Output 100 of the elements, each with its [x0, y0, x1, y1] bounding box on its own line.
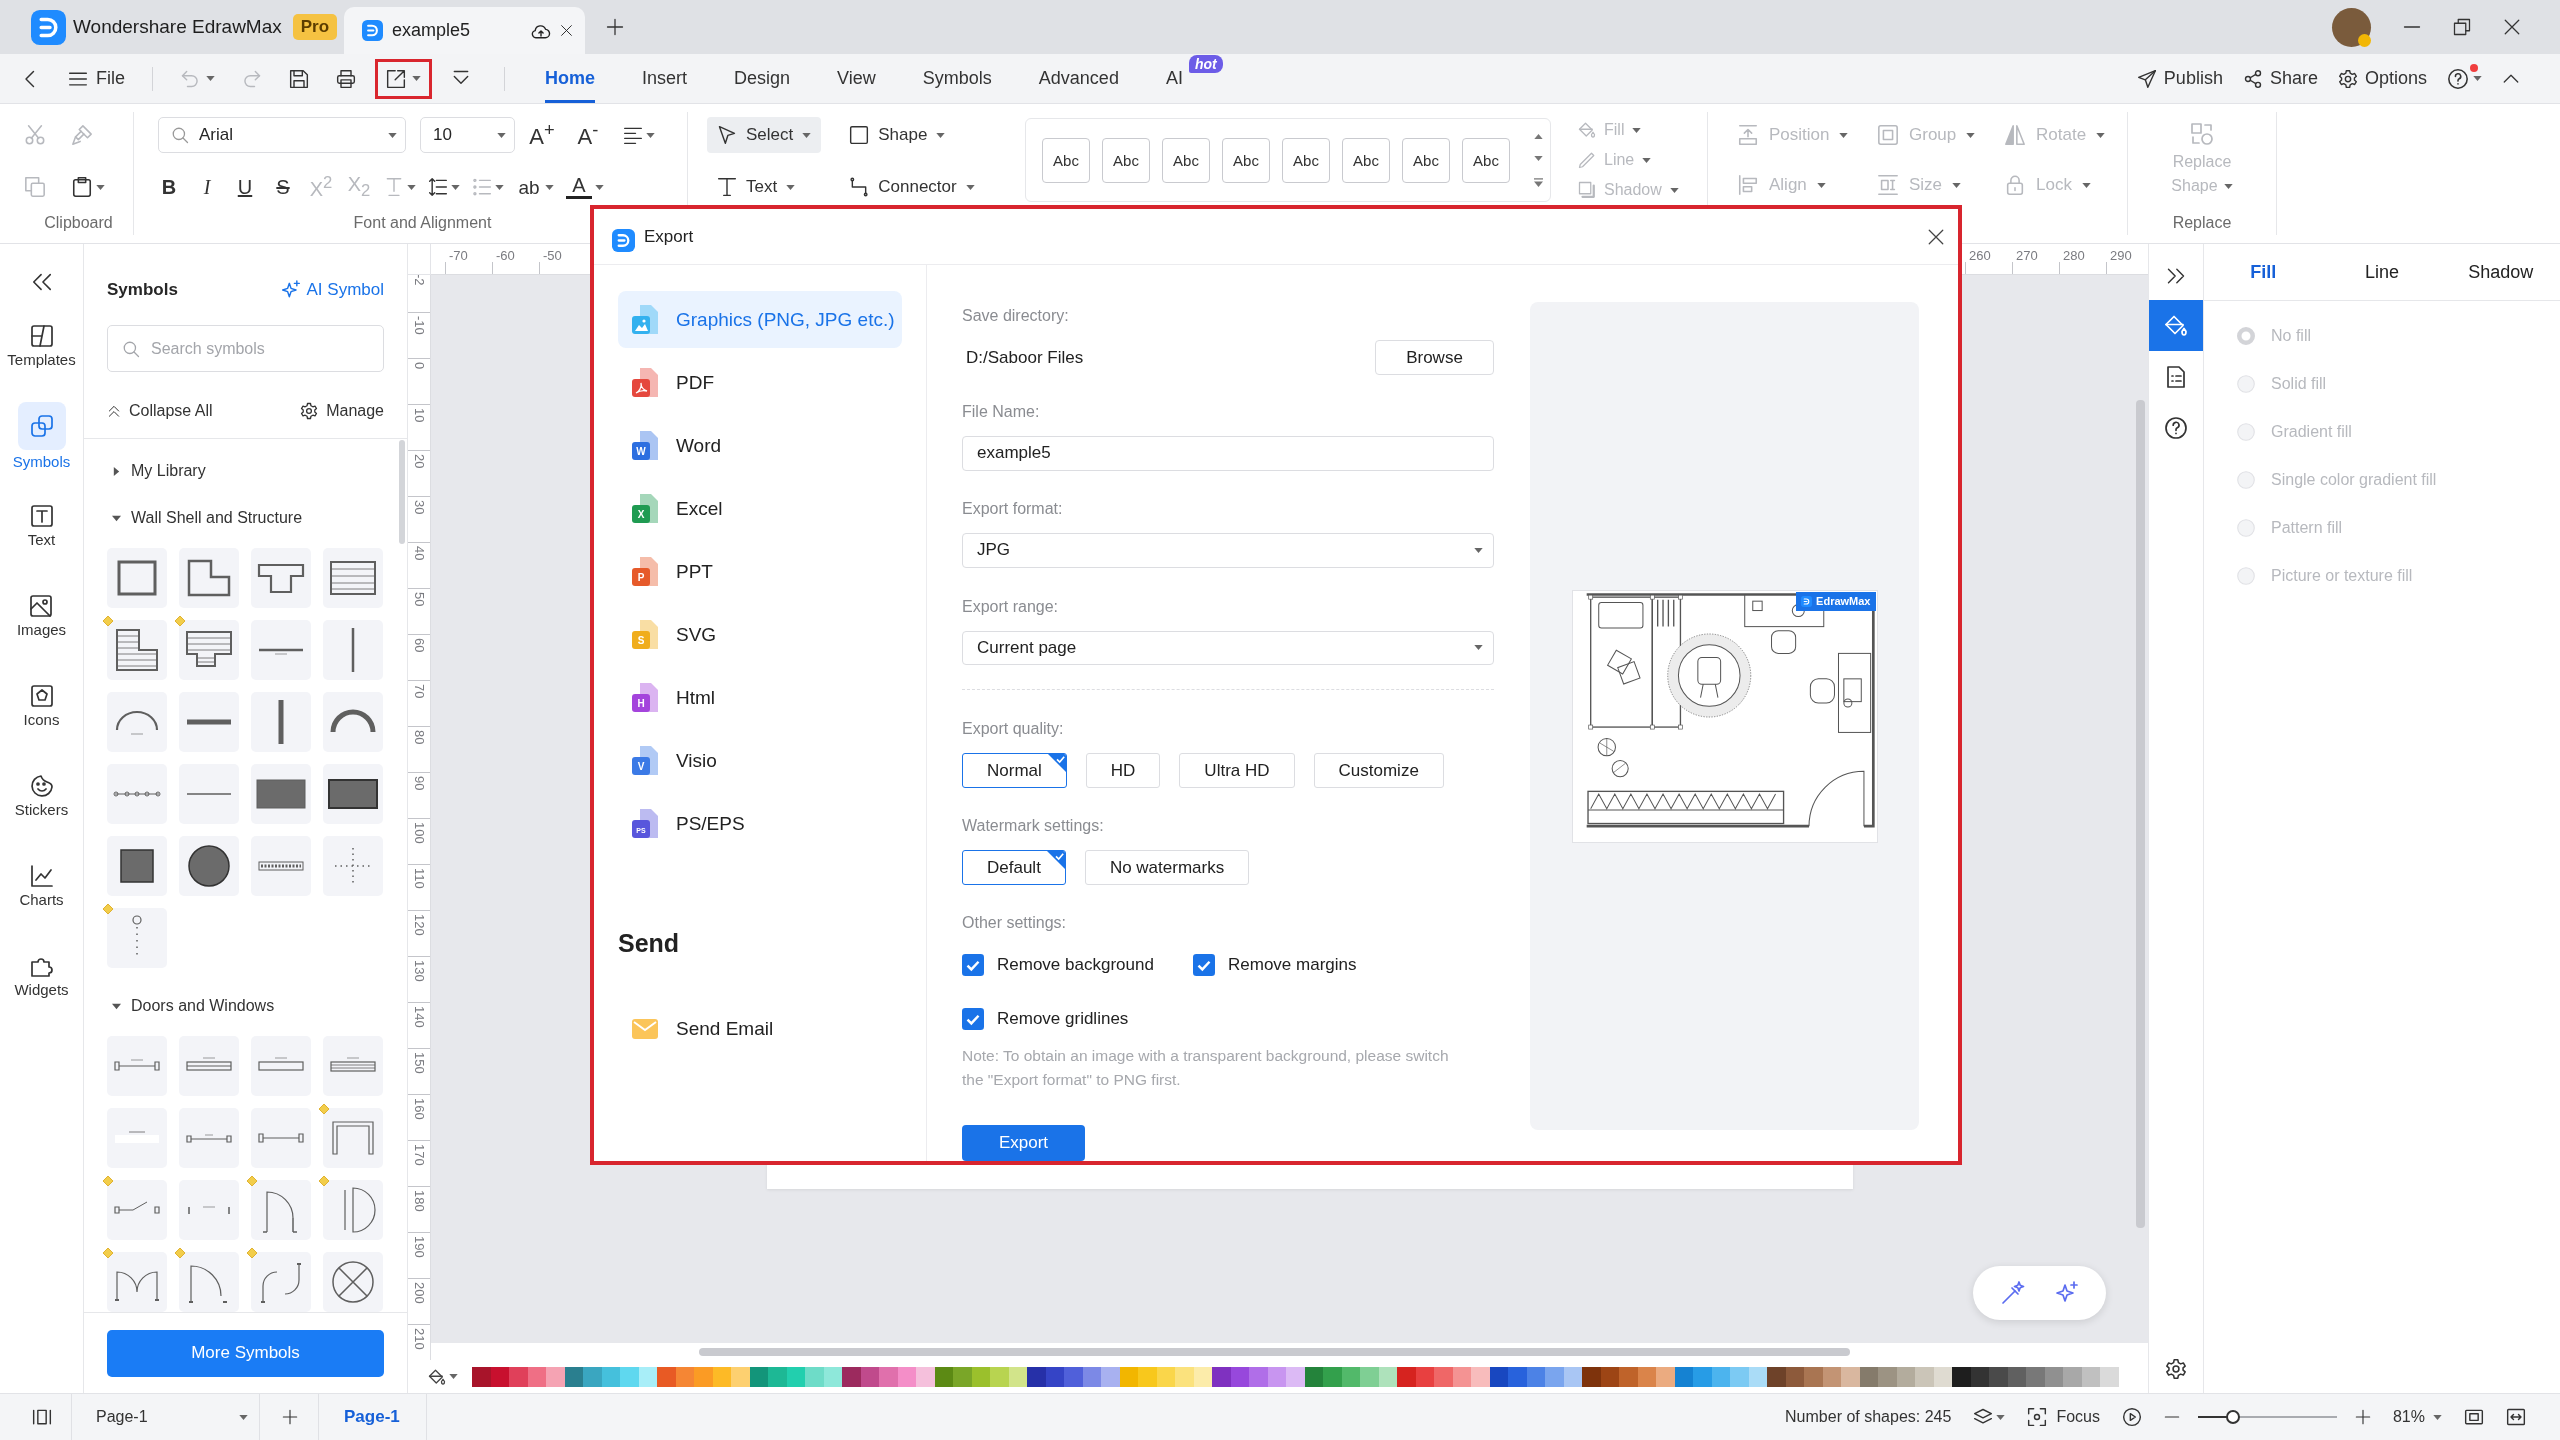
caret-icon[interactable]: [239, 1414, 248, 1420]
color-swatch-icon[interactable]: [1064, 1366, 1083, 1387]
style-preset[interactable]: Abc: [1282, 137, 1330, 183]
quality-option[interactable]: Customize: [1313, 753, 1444, 789]
color-swatch-icon[interactable]: [1878, 1366, 1897, 1387]
color-swatch-icon[interactable]: [1785, 1366, 1804, 1387]
checkbox-option[interactable]: Remove margins: [1193, 954, 1357, 977]
color-swatch-icon[interactable]: [1452, 1366, 1471, 1387]
single-pane-window-icon[interactable]: [251, 1036, 311, 1096]
sidebar-item[interactable]: Images: [16, 582, 67, 672]
printer-icon[interactable]: [336, 68, 356, 89]
menu-tab[interactable]: Design: [734, 54, 791, 103]
sidebar-item[interactable]: Icons: [17, 672, 66, 762]
collapse-all-button[interactable]: Collapse All: [107, 402, 213, 420]
color-swatch-icon[interactable]: [1471, 1366, 1490, 1387]
color-swatch-icon[interactable]: [2100, 1366, 2119, 1387]
half-round-door-icon[interactable]: [323, 1180, 383, 1240]
quality-option[interactable]: HD: [1085, 753, 1161, 789]
color-swatch-icon[interactable]: [1619, 1366, 1638, 1387]
font-size-field[interactable]: 10: [420, 117, 515, 153]
color-swatch-icon[interactable]: [1674, 1366, 1693, 1387]
manage-button[interactable]: Manage: [300, 402, 384, 420]
color-swatch-icon[interactable]: [897, 1366, 916, 1387]
color-swatch-icon[interactable]: [749, 1366, 768, 1387]
color-swatch-icon[interactable]: [1286, 1366, 1305, 1387]
close-tab-icon[interactable]: [560, 24, 573, 37]
color-swatch-icon[interactable]: [1508, 1366, 1527, 1387]
expand-panel-icon[interactable]: [2166, 266, 2186, 286]
color-swatch-icon[interactable]: [1267, 1366, 1286, 1387]
caret-icon[interactable]: [451, 184, 460, 190]
striped-step-room-icon[interactable]: [179, 620, 239, 680]
color-swatch-icon[interactable]: [1008, 1366, 1027, 1387]
color-swatch-icon[interactable]: [694, 1366, 713, 1387]
dotted-wall-icon[interactable]: [107, 764, 167, 824]
export-format-item[interactable]: P PPT: [618, 543, 902, 600]
caret-icon[interactable]: [1996, 1414, 2006, 1420]
square-room-icon[interactable]: [107, 548, 167, 608]
checkbox-option[interactable]: Remove gridlines: [962, 1008, 1129, 1031]
sidebar-item[interactable]: Widgets: [14, 942, 69, 1032]
sidebar-item[interactable]: Symbols: [12, 402, 71, 492]
quality-option[interactable]: Normal: [962, 753, 1067, 789]
color-swatch-icon[interactable]: [934, 1366, 953, 1387]
zoom-level-select[interactable]: 81%: [2392, 1408, 2442, 1426]
checkbox-option[interactable]: Remove background: [962, 954, 1154, 977]
line-spacing-icon[interactable]: [428, 177, 448, 197]
new-tab-icon[interactable]: [606, 18, 624, 36]
crosshair-marker-icon[interactable]: [323, 836, 383, 896]
color-swatch-icon[interactable]: [2081, 1366, 2100, 1387]
color-swatch-icon[interactable]: [712, 1366, 731, 1387]
color-swatch-icon[interactable]: [638, 1366, 657, 1387]
color-swatch-icon[interactable]: [1304, 1366, 1323, 1387]
align-left-icon[interactable]: [623, 125, 643, 145]
italic-button[interactable]: I: [194, 177, 220, 197]
caret-icon[interactable]: [646, 132, 655, 138]
caret-icon[interactable]: [545, 184, 554, 190]
double-door-icon[interactable]: [107, 1252, 167, 1312]
font-color-button[interactable]: A: [566, 175, 592, 199]
paint-bucket-icon[interactable]: [2149, 300, 2203, 351]
style-preset[interactable]: Abc: [1042, 137, 1090, 183]
style-preset[interactable]: Abc: [1342, 137, 1390, 183]
caret-down-icon[interactable]: [112, 1001, 121, 1011]
text-tool[interactable]: Text: [707, 169, 822, 205]
color-swatch-icon[interactable]: [1563, 1366, 1582, 1387]
caret-icon[interactable]: [96, 184, 105, 190]
color-swatch-icon[interactable]: [1027, 1366, 1046, 1387]
sidebar-item[interactable]: Charts: [17, 852, 66, 942]
color-swatch-icon[interactable]: [1841, 1366, 1860, 1387]
color-swatch-icon[interactable]: [2063, 1366, 2082, 1387]
avatar-icon[interactable]: [2332, 7, 2371, 47]
menu-tab[interactable]: Insert: [642, 54, 688, 103]
options-button[interactable]: Options: [2337, 68, 2427, 89]
color-swatch-icon[interactable]: [842, 1366, 861, 1387]
add-page-icon[interactable]: [282, 1409, 298, 1425]
color-swatch-icon[interactable]: [1397, 1366, 1416, 1387]
watermark-option[interactable]: Default: [962, 850, 1066, 886]
color-swatch-icon[interactable]: [990, 1366, 1009, 1387]
door-opening-icon[interactable]: [323, 1108, 383, 1168]
color-swatch-icon[interactable]: [675, 1366, 694, 1387]
color-swatch-icon[interactable]: [1434, 1366, 1453, 1387]
ai-symbol-link[interactable]: AI Symbol: [280, 280, 384, 300]
panel-tab[interactable]: Shadow: [2441, 244, 2560, 300]
select-tool[interactable]: Select: [707, 117, 822, 153]
send-email-item[interactable]: Send Email: [618, 1000, 902, 1057]
folding-door-icon[interactable]: [251, 1252, 311, 1312]
menu-tab[interactable]: Symbols: [922, 54, 992, 103]
quality-option[interactable]: Ultra HD: [1179, 753, 1295, 789]
file-name-input[interactable]: example5: [962, 436, 1494, 471]
color-swatch-icon[interactable]: [768, 1366, 787, 1387]
thick-post-icon[interactable]: [251, 692, 311, 752]
shrink-font-button[interactable]: A$^{-}$: [575, 121, 601, 149]
color-swatch-icon[interactable]: [879, 1366, 898, 1387]
play-icon[interactable]: [2121, 1407, 2142, 1427]
document-tab[interactable]: example5: [344, 7, 585, 54]
checkbox[interactable]: [962, 954, 984, 977]
solid-wall-block-icon[interactable]: [251, 764, 311, 824]
style-preset[interactable]: Abc: [1162, 137, 1210, 183]
color-swatch-icon[interactable]: [823, 1366, 842, 1387]
section-header[interactable]: My Library: [107, 456, 206, 486]
caret-icon[interactable]: [965, 184, 975, 190]
style-preset[interactable]: Abc: [1102, 137, 1150, 183]
